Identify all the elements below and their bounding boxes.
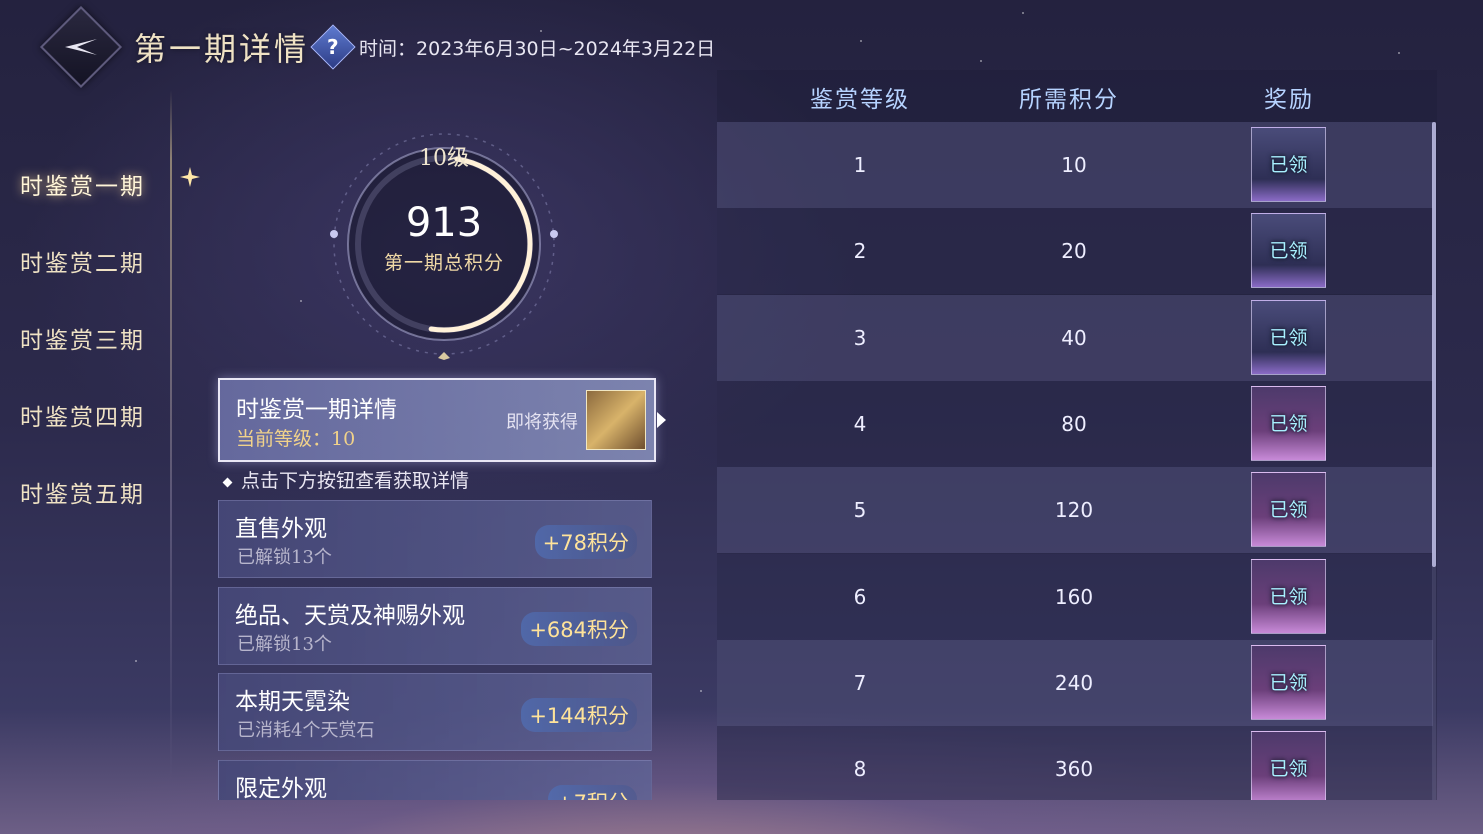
dial-level: 10级 [419, 146, 469, 171]
row-level: 5 [853, 498, 867, 523]
row-points: 240 [1054, 670, 1094, 695]
detail-level: 当前等级：10 [236, 428, 356, 450]
row-level: 6 [853, 584, 867, 609]
table-row: 8 360 已领 [717, 726, 1433, 800]
reward-item[interactable]: 已领 [1251, 731, 1326, 800]
header-points: 所需积分 [1019, 87, 1119, 113]
row-level: 2 [853, 239, 867, 264]
reward-item[interactable]: 已领 [1251, 644, 1326, 720]
diamond-bullet-icon [222, 477, 233, 487]
claimed-status: 已领 [1269, 326, 1308, 349]
table-row: 1 10 已领 [717, 122, 1433, 208]
table-row: 4 80 已领 [717, 380, 1433, 467]
source-points: +7积分 [548, 785, 637, 800]
nav-item-period-4[interactable]: 时鉴赏四期 [20, 376, 145, 453]
nav-item-period-3[interactable]: 时鉴赏三期 [20, 299, 145, 376]
claimed-status: 已领 [1269, 240, 1308, 263]
source-row-premium[interactable]: 绝品、天赏及神赐外观 已解锁13个 +684积分 [218, 587, 652, 665]
table-row: 5 120 已领 [717, 467, 1433, 554]
claimed-status: 已领 [1269, 671, 1308, 694]
row-level: 7 [853, 670, 867, 695]
hint-label: 点击下方按钮查看获取详情 [241, 470, 470, 492]
row-points: 360 [1054, 757, 1094, 782]
back-button[interactable] [39, 5, 123, 89]
row-points: 10 [1061, 153, 1087, 177]
source-title: 本期天霓染 [235, 689, 350, 715]
reward-item[interactable]: 已领 [1251, 127, 1326, 202]
source-points: +144积分 [521, 698, 637, 732]
nav-item-period-1[interactable]: 时鉴赏一期 [20, 145, 145, 222]
table-header: 鉴赏等级 所需积分 奖励 [717, 70, 1437, 122]
source-row-dye[interactable]: 本期天霓染 已消耗4个天赏石 +144积分 [218, 673, 652, 751]
period-detail-card[interactable]: 时鉴赏一期详情 当前等级：10 即将获得 [218, 378, 666, 462]
source-sub: 已消耗4个天赏石 [237, 720, 375, 741]
period-nav: 时鉴赏一期 时鉴赏二期 时鉴赏三期 时鉴赏四期 时鉴赏五期 [20, 145, 200, 530]
dial-score: 913 [405, 200, 483, 246]
nav-divider [170, 90, 172, 780]
rewards-table: 鉴赏等级 所需积分 奖励 1 10 已领 2 20 已领 3 40 已领 4 80 已领 5 120 已领 6… [717, 70, 1437, 800]
reward-item[interactable]: 已领 [1251, 472, 1326, 548]
reward-item[interactable]: 已领 [1251, 299, 1326, 375]
detail-soon-label: 即将获得 [506, 412, 578, 433]
source-title: 绝品、天赏及神赐外观 [235, 603, 465, 629]
help-glyph: ? [327, 34, 339, 59]
row-points: 20 [1061, 239, 1087, 264]
row-points: 40 [1061, 325, 1087, 350]
help-icon[interactable]: ? [310, 24, 356, 70]
source-row-limited[interactable]: 限定外观 +7积分 [218, 760, 652, 800]
source-title: 直售外观 [235, 516, 327, 542]
row-level: 1 [853, 153, 867, 177]
reward-item[interactable]: 已领 [1251, 213, 1326, 289]
upcoming-reward-icon[interactable] [586, 390, 646, 450]
hint-text: 点击下方按钮查看获取详情 [222, 466, 470, 493]
score-sources: 直售外观 已解锁13个 +78积分 绝品、天赏及神赐外观 已解锁13个 +684… [218, 500, 652, 800]
source-points: +78积分 [534, 525, 637, 559]
nav-item-period-5[interactable]: 时鉴赏五期 [20, 453, 145, 530]
dial-label: 第一期总积分 [383, 252, 504, 274]
header-bar: 第一期详情 ? 时间：2023年6月30日~2024年3月22日 [39, 5, 716, 89]
claimed-status: 已领 [1269, 154, 1308, 176]
scrollbar[interactable] [1432, 122, 1436, 567]
source-points: +684积分 [521, 612, 637, 646]
back-arrow-icon [65, 39, 97, 55]
active-sparkle-icon [180, 167, 200, 187]
source-title: 限定外观 [235, 776, 327, 800]
source-sub: 已解锁13个 [237, 634, 332, 655]
reward-item[interactable]: 已领 [1251, 558, 1326, 634]
claimed-status: 已领 [1269, 758, 1308, 781]
detail-title: 时鉴赏一期详情 [236, 397, 397, 423]
period-time: 时间：2023年6月30日~2024年3月22日 [359, 37, 716, 60]
claimed-status: 已领 [1269, 499, 1308, 522]
row-level: 3 [853, 325, 867, 350]
score-dial: 10级 913 第一期总积分 [328, 128, 560, 360]
claimed-status: 已领 [1269, 585, 1308, 608]
table-row: 6 160 已领 [717, 553, 1433, 640]
row-level: 4 [853, 411, 867, 436]
table-row: 2 20 已领 [717, 208, 1433, 295]
row-points: 80 [1061, 411, 1087, 436]
nav-item-period-2[interactable]: 时鉴赏二期 [20, 222, 145, 299]
card-pointer-icon [657, 412, 666, 428]
header-level: 鉴赏等级 [810, 87, 910, 113]
header-reward: 奖励 [1264, 87, 1314, 113]
reward-item[interactable]: 已领 [1251, 385, 1326, 461]
source-row-direct[interactable]: 直售外观 已解锁13个 +78积分 [218, 500, 652, 578]
table-row: 7 240 已领 [717, 639, 1433, 726]
row-points: 120 [1054, 498, 1094, 523]
claimed-status: 已领 [1269, 412, 1308, 435]
row-level: 8 [853, 757, 867, 782]
page-title: 第一期详情 [134, 30, 310, 68]
source-sub: 已解锁13个 [237, 547, 332, 568]
row-points: 160 [1054, 584, 1094, 609]
table-row: 3 40 已领 [717, 294, 1433, 381]
